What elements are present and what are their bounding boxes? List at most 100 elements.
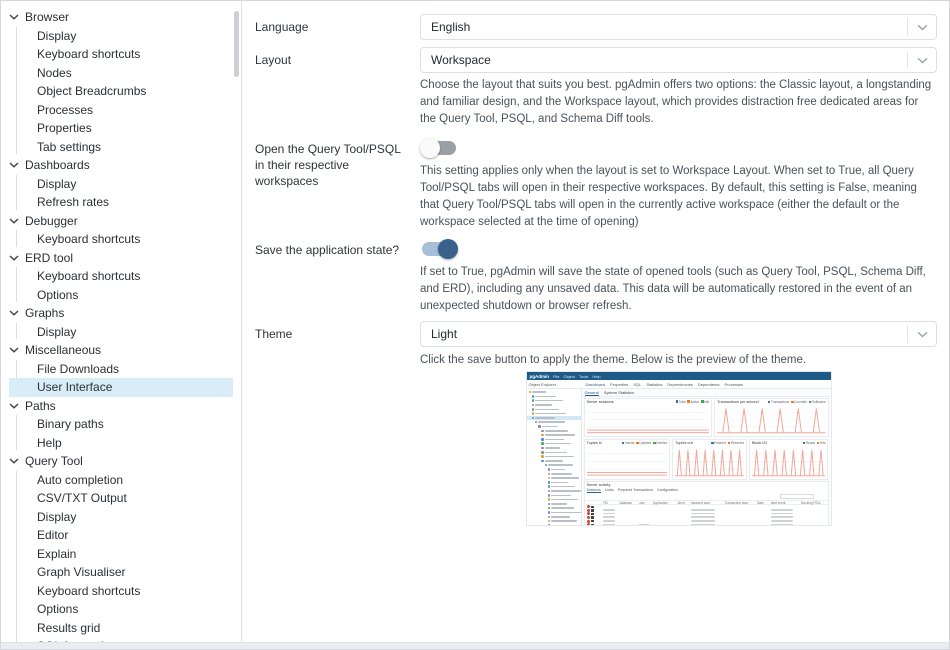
tree-item-query-tool-keyboard-shortcuts[interactable]: Keyboard shortcuts bbox=[9, 582, 233, 601]
preview-node-label bbox=[535, 396, 556, 398]
preview-node-icon bbox=[538, 425, 541, 428]
tree-item-query-tool-options[interactable]: Options bbox=[9, 600, 233, 619]
preview-dashboard: GeneralSystem Statistics Server sessions… bbox=[582, 389, 831, 525]
save-state-label: Save the application state? bbox=[255, 239, 420, 315]
cancel-session-icon bbox=[587, 516, 590, 519]
tree-item-erd-tool-keyboard-shortcuts[interactable]: Keyboard shortcuts bbox=[9, 267, 233, 286]
preview-node-icon bbox=[548, 507, 551, 510]
layout-select[interactable]: Workspace bbox=[420, 47, 937, 73]
tree-children: DisplayKeyboard shortcutsNodesObject Bre… bbox=[9, 27, 234, 157]
preview-node-icon bbox=[548, 494, 551, 497]
chevron-down-icon[interactable] bbox=[908, 331, 936, 338]
tree-section-graphs[interactable]: Graphs bbox=[9, 304, 234, 323]
preview-chart-plot bbox=[585, 445, 670, 479]
preview-activity-tab-configuration: Configuration bbox=[657, 488, 678, 493]
tree-item-debugger-keyboard-shortcuts[interactable]: Keyboard shortcuts bbox=[9, 230, 233, 249]
preview-chart-plot bbox=[673, 445, 746, 479]
preview-activity-tab-prepared-transactions: Prepared Transactions bbox=[618, 488, 653, 493]
preview-node-icon bbox=[545, 464, 548, 467]
preview-node-icon bbox=[535, 421, 538, 424]
tree-section-label: Miscellaneous bbox=[25, 343, 101, 357]
preview-node-icon bbox=[548, 468, 551, 471]
tree-item-browser-tab-settings[interactable]: Tab settings bbox=[9, 138, 233, 157]
tree-children: Auto completionCSV/TXT OutputDisplayEdit… bbox=[9, 471, 234, 643]
cancel-session-icon bbox=[587, 520, 590, 523]
tree-item-miscellaneous-file-downloads[interactable]: File Downloads bbox=[9, 360, 233, 379]
tree-item-browser-object-breadcrumbs[interactable]: Object Breadcrumbs bbox=[9, 82, 233, 101]
preview-chart-block-i-o: Block I/OReadsHits bbox=[749, 439, 829, 480]
tree-item-erd-tool-options[interactable]: Options bbox=[9, 286, 233, 305]
tree-section-miscellaneous[interactable]: Miscellaneous bbox=[9, 341, 234, 360]
preview-col-user: User bbox=[639, 501, 653, 505]
sidebar-scrollbar[interactable] bbox=[234, 11, 239, 77]
preview-node-icon bbox=[548, 511, 551, 514]
preview-tab-dashboard: Dashboard bbox=[586, 382, 606, 387]
tree-section-paths[interactable]: Paths bbox=[9, 397, 234, 416]
tree-section-debugger[interactable]: Debugger bbox=[9, 212, 234, 231]
theme-help-text: Click the save button to apply the theme… bbox=[420, 352, 937, 369]
preview-node-icon bbox=[548, 524, 551, 525]
tree-item-query-tool-display[interactable]: Display bbox=[9, 508, 233, 527]
tree-item-query-tool-explain[interactable]: Explain bbox=[9, 545, 233, 564]
chevron-down-icon bbox=[9, 14, 25, 20]
language-select[interactable]: English bbox=[420, 14, 937, 40]
tree-item-query-tool-results-grid[interactable]: Results grid bbox=[9, 619, 233, 638]
layout-label: Layout bbox=[255, 47, 420, 128]
tree-item-query-tool-auto-completion[interactable]: Auto completion bbox=[9, 471, 233, 490]
tree-item-browser-keyboard-shortcuts[interactable]: Keyboard shortcuts bbox=[9, 45, 233, 64]
cancel-session-icon bbox=[587, 509, 590, 512]
tree-item-query-tool-graph-visualiser[interactable]: Graph Visualiser bbox=[9, 563, 233, 582]
preview-subtab-system-statistics: System Statistics bbox=[604, 390, 634, 395]
preview-node-icon bbox=[532, 408, 535, 411]
preview-chart-tuples-out: Tuples outFetchedReturned bbox=[672, 439, 747, 480]
preview-tab-dependents: Dependents bbox=[698, 382, 720, 387]
preview-node-label bbox=[545, 460, 563, 462]
tree-item-paths-binary-paths[interactable]: Binary paths bbox=[9, 415, 233, 434]
preview-node-label bbox=[551, 469, 565, 471]
tree-children: Binary pathsHelp bbox=[9, 415, 234, 452]
tree-item-browser-properties[interactable]: Properties bbox=[9, 119, 233, 138]
preview-node-icon bbox=[548, 516, 551, 519]
tree-item-graphs-display[interactable]: Display bbox=[9, 323, 233, 342]
preview-explorer-title: Object Explorer bbox=[527, 382, 582, 387]
tree-section-dashboards[interactable]: Dashboards bbox=[9, 156, 234, 175]
preview-node-icon bbox=[548, 477, 551, 480]
tree-item-browser-nodes[interactable]: Nodes bbox=[9, 64, 233, 83]
tree-section-query-tool[interactable]: Query Tool bbox=[9, 452, 234, 471]
cancel-session-icon bbox=[587, 505, 590, 508]
workspace-toggle[interactable] bbox=[420, 138, 458, 158]
preview-node-icon bbox=[541, 455, 544, 458]
preview-tab-sql: SQL bbox=[633, 382, 641, 387]
chevron-down-icon[interactable] bbox=[908, 57, 936, 64]
chevron-down-icon bbox=[9, 162, 25, 168]
tree-item-dashboards-refresh-rates[interactable]: Refresh rates bbox=[9, 193, 233, 212]
tree-children: Keyboard shortcutsOptions bbox=[9, 267, 234, 304]
preview-col-state: State bbox=[757, 501, 771, 505]
tree-item-paths-help[interactable]: Help bbox=[9, 434, 233, 453]
preview-object-tree bbox=[527, 389, 582, 525]
preview-node-label bbox=[545, 452, 567, 454]
theme-select[interactable]: Light bbox=[420, 321, 937, 347]
toggle-knob bbox=[438, 239, 458, 259]
preview-node-label bbox=[548, 464, 573, 466]
preferences-panel: Language English Layout Workspace bbox=[243, 1, 949, 642]
preview-node-label bbox=[551, 477, 579, 479]
chevron-down-icon bbox=[9, 347, 25, 353]
chevron-down-icon[interactable] bbox=[908, 24, 936, 31]
preferences-dialog: BrowserDisplayKeyboard shortcutsNodesObj… bbox=[0, 0, 950, 650]
preview-table-rows bbox=[585, 505, 828, 525]
tree-item-miscellaneous-user-interface[interactable]: User Interface bbox=[9, 378, 233, 397]
save-state-toggle[interactable] bbox=[420, 239, 458, 259]
tree-section-erd-tool[interactable]: ERD tool bbox=[9, 249, 234, 268]
preview-node-icon bbox=[548, 485, 551, 488]
tree-item-browser-processes[interactable]: Processes bbox=[9, 101, 233, 120]
preview-node-label bbox=[551, 516, 570, 518]
tree-section-browser[interactable]: Browser bbox=[9, 8, 234, 27]
tree-item-query-tool-editor[interactable]: Editor bbox=[9, 526, 233, 545]
preview-chart-plot bbox=[715, 404, 827, 436]
tree-item-dashboards-display[interactable]: Display bbox=[9, 175, 233, 194]
tree-item-browser-display[interactable]: Display bbox=[9, 27, 233, 46]
cancel-session-icon bbox=[587, 523, 590, 525]
tree-item-query-tool-csv-txt-output[interactable]: CSV/TXT Output bbox=[9, 489, 233, 508]
preview-navbar: pgAdmin FileObjectToolsHelp bbox=[527, 372, 831, 380]
